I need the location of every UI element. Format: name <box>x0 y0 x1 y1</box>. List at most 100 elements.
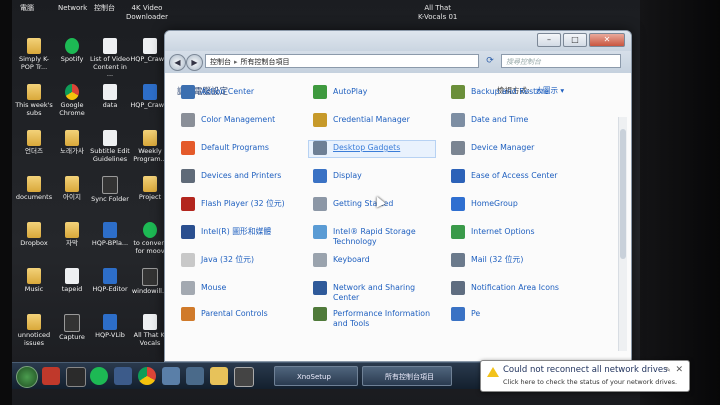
desktop-icon[interactable]: documents <box>14 176 54 202</box>
chrome-icon[interactable] <box>138 367 156 385</box>
control-panel-item[interactable]: Keyboard <box>313 253 431 267</box>
refresh-icon[interactable]: ⟳ <box>483 54 497 68</box>
control-panel-item[interactable]: Parental Controls <box>181 307 299 321</box>
taskbar-app-icon[interactable] <box>186 367 204 385</box>
desktop-icon[interactable]: HQP-VLib <box>90 314 130 340</box>
desktop-icon[interactable]: Subtitle Edit Guidelines <box>90 130 130 163</box>
app-icon <box>103 222 117 238</box>
control-panel-item[interactable]: Mail (32 位元) <box>451 253 569 267</box>
control-panel-item[interactable]: Network and Sharing Center <box>313 281 431 302</box>
app-icon <box>65 268 79 284</box>
control-panel-item[interactable]: Flash Player (32 位元) <box>181 197 299 211</box>
control-panel-item[interactable]: Devices and Printers <box>181 169 299 183</box>
desktop-icon-label: This week's subs <box>15 101 53 117</box>
desktop-icon[interactable]: 노래가사 <box>52 130 92 156</box>
desktop-icon[interactable]: tapeid <box>52 268 92 294</box>
control-panel-item[interactable]: Ease of Access Center <box>451 169 569 183</box>
top-label[interactable]: Network <box>58 4 87 13</box>
notification-text: Click here to check the status of your n… <box>503 378 678 386</box>
vertical-scrollbar[interactable] <box>618 117 627 351</box>
desktop-icon[interactable]: This week's subs <box>14 84 54 117</box>
top-label[interactable]: 控制台 <box>94 4 115 13</box>
taskbar-app-icon[interactable] <box>162 367 180 385</box>
top-label[interactable]: 電腦 <box>20 4 34 13</box>
control-panel-item[interactable]: Device Manager <box>451 141 569 155</box>
control-panel-item[interactable]: Intel(R) 圖形和媒體 <box>181 225 299 239</box>
top-label[interactable]: All That K-Vocals 01 <box>418 4 457 22</box>
control-panel-item[interactable]: HomeGroup <box>451 197 569 211</box>
control-panel-item[interactable]: Internet Options <box>451 225 569 239</box>
desktop-icon[interactable]: Capture <box>52 314 92 342</box>
control-panel-item[interactable]: Credential Manager <box>313 113 431 127</box>
desktop-icon-label: Sync Folder <box>91 195 129 203</box>
control-panel-item[interactable]: Date and Time <box>451 113 569 127</box>
minimize-button[interactable]: – <box>537 33 561 47</box>
control-panel-item-label: Backup and Restore <box>471 87 549 96</box>
control-panel-item[interactable]: Intel® Rapid Storage Technology <box>313 225 431 246</box>
taskbar-app-icon[interactable] <box>66 367 86 387</box>
control-panel-item[interactable]: Default Programs <box>181 141 299 155</box>
pin-icon[interactable]: ✎ <box>665 366 671 374</box>
control-panel-item[interactable]: Action Center <box>181 85 299 99</box>
desktop-icon[interactable]: HQP-BPla... <box>90 222 130 248</box>
desktop-icon[interactable]: Sync Folder <box>90 176 130 204</box>
folder-icon[interactable] <box>210 367 228 385</box>
control-panel-item[interactable]: Performance Information and Tools <box>313 307 431 328</box>
control-panel-item[interactable]: Java (32 位元) <box>181 253 299 267</box>
control-panel-item[interactable]: Mouse <box>181 281 299 295</box>
search-input[interactable]: 搜尋控制台 <box>501 54 621 68</box>
control-panel-item-label: Internet Options <box>471 227 535 236</box>
notification-balloon[interactable]: Could not reconnect all network drives C… <box>480 360 690 392</box>
breadcrumb-control-panel[interactable]: 控制台 <box>210 58 231 66</box>
desktop-icon[interactable]: Google Chrome <box>52 84 92 117</box>
control-panel-item-label: Parental Controls <box>201 309 268 318</box>
control-panel-item[interactable]: Getting Started <box>313 197 431 211</box>
control-panel-item-icon <box>313 253 327 267</box>
control-panel-item[interactable]: Desktop Gadgets <box>308 140 436 158</box>
taskbar-task-control-panel[interactable]: 所有控制台項目 <box>362 366 452 386</box>
taskbar-app-icon[interactable] <box>42 367 60 385</box>
control-panel-item[interactable]: Backup and Restore <box>451 85 569 99</box>
desktop-icon[interactable]: Music <box>14 268 54 294</box>
taskbar-task-xnosetup[interactable]: XnoSetup <box>274 366 358 386</box>
control-panel-item[interactable]: Notification Area Icons <box>451 281 569 295</box>
desktop-icon[interactable]: List of Video Content in ... <box>90 38 130 79</box>
desktop-icon[interactable]: data <box>90 84 130 110</box>
maximize-button[interactable]: □ <box>563 33 587 47</box>
control-panel-item-label: Display <box>333 171 362 180</box>
forward-arrow-icon[interactable]: ▶ <box>186 54 203 71</box>
desktop-icon[interactable]: 언더즈 <box>14 130 54 156</box>
top-label[interactable]: 4K Video Downloader <box>126 4 168 22</box>
desktop-icon[interactable]: 자막 <box>52 222 92 248</box>
control-panel-item-label: Intel® Rapid Storage Technology <box>333 227 416 246</box>
desktop-icon[interactable]: HQP-Editor <box>90 268 130 294</box>
app-icon <box>103 314 117 330</box>
window-titlebar[interactable]: – □ ✕ <box>165 31 631 51</box>
control-panel-item[interactable]: Color Management <box>181 113 299 127</box>
app-icon <box>103 84 117 100</box>
taskbar-app-icon[interactable] <box>114 367 132 385</box>
desktop-icon[interactable]: Simply K-POP Tr... <box>14 38 54 71</box>
desktop-icon-label: 자막 <box>66 239 78 247</box>
close-icon[interactable]: ✕ <box>675 365 683 375</box>
scrollbar-thumb[interactable] <box>620 129 626 259</box>
address-bar[interactable]: 控制台 ▸ 所有控制台項目 <box>205 54 479 68</box>
control-panel-item-label: Ease of Access Center <box>471 171 558 180</box>
desktop-icon[interactable]: 아이지 <box>52 176 92 202</box>
control-panel-item[interactable]: AutoPlay <box>313 85 431 99</box>
close-button[interactable]: ✕ <box>589 33 625 47</box>
breadcrumb-all-items[interactable]: 所有控制台項目 <box>241 58 290 66</box>
desktop-icon[interactable]: unnoticed issues <box>14 314 54 347</box>
control-panel-item-label: Devices and Printers <box>201 171 282 180</box>
taskbar-app-icon[interactable] <box>234 367 254 387</box>
folder-icon <box>143 176 157 192</box>
taskbar-app-icon[interactable] <box>90 367 108 385</box>
start-button[interactable] <box>16 366 38 388</box>
control-panel-item[interactable]: Display <box>313 169 431 183</box>
desktop-icon-label: HQP-VLib <box>95 331 125 339</box>
desktop-icon[interactable]: Spotify <box>52 38 92 64</box>
control-panel-content: 調整電腦設定 檢視方式: 大圖示 ▾ Action Center AutoPlay B… <box>165 73 631 361</box>
desktop-icon[interactable]: Dropbox <box>14 222 54 248</box>
back-arrow-icon[interactable]: ◀ <box>169 54 186 71</box>
control-panel-item[interactable]: Pe <box>451 307 569 321</box>
